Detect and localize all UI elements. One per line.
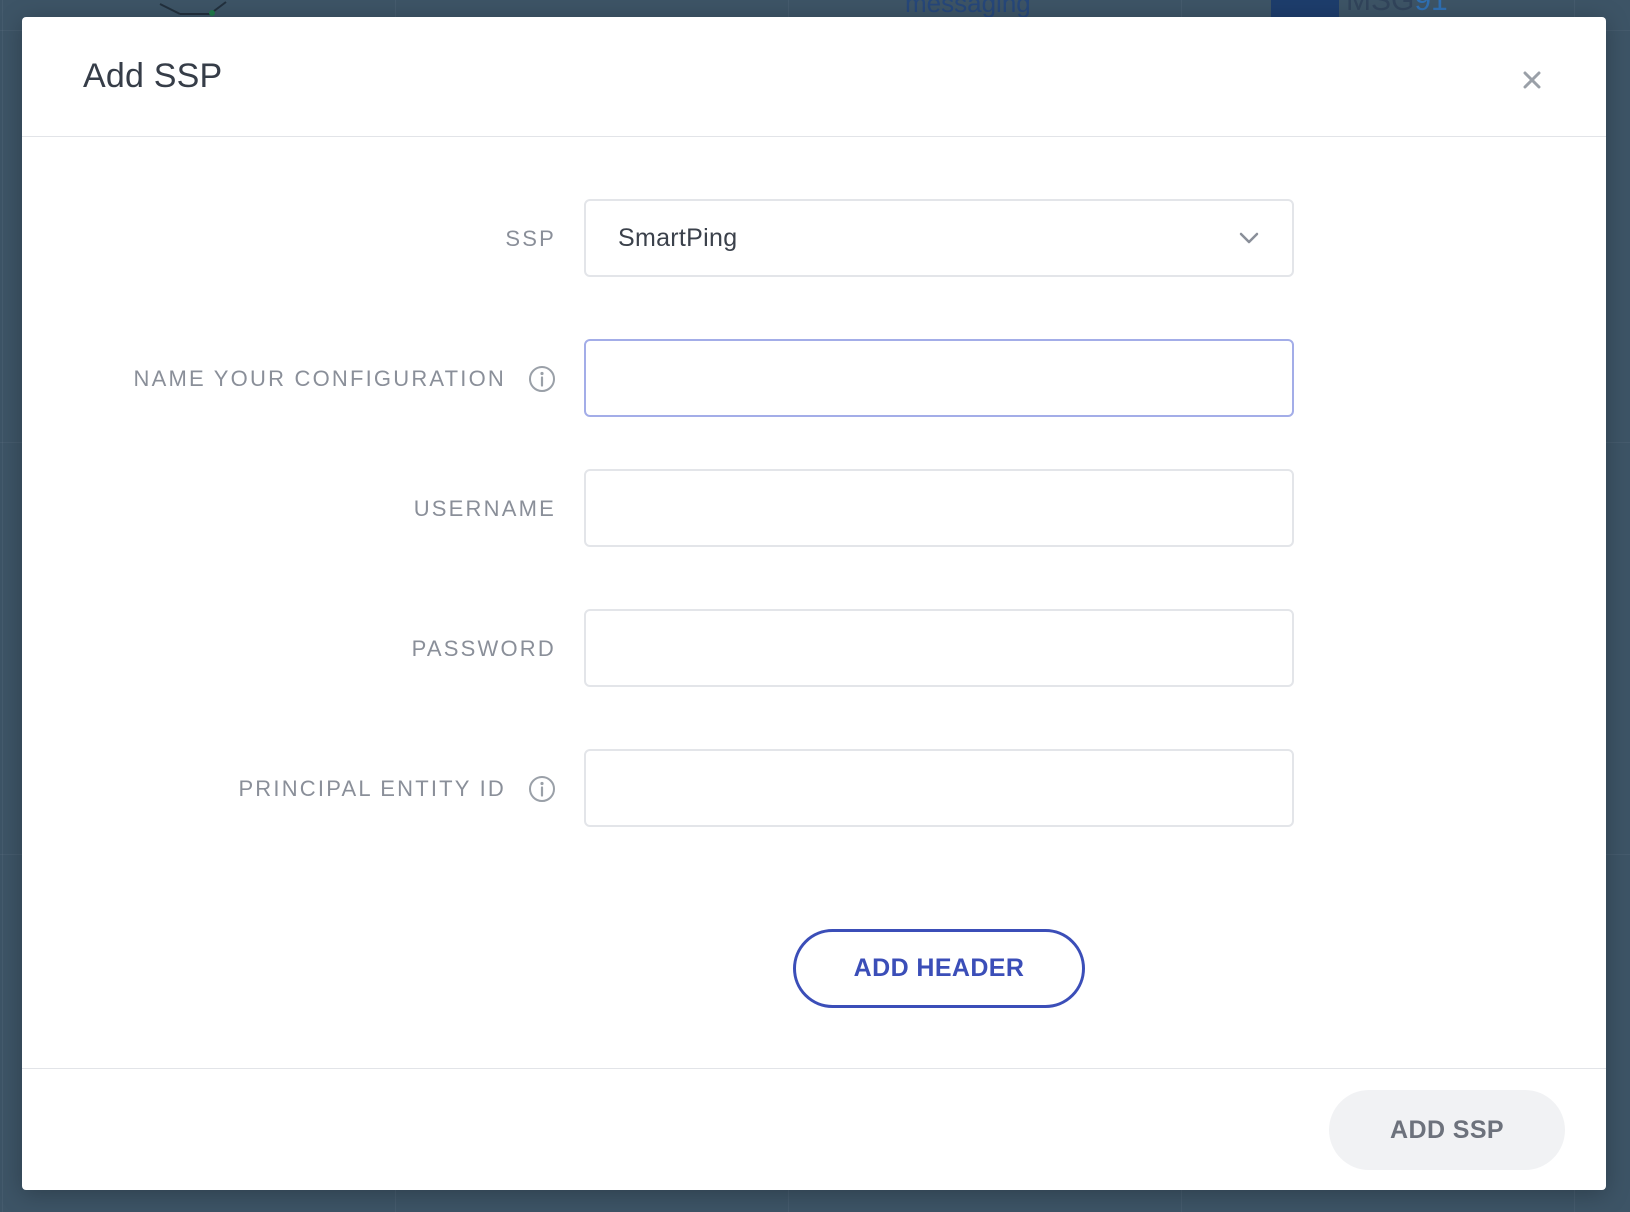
- configuration-name-row: NAME YOUR CONFIGURATION: [22, 339, 1606, 419]
- modal-footer: ADD SSP: [22, 1068, 1606, 1190]
- ssp-label-text: SSP: [505, 226, 556, 251]
- configuration-name-label: NAME YOUR CONFIGURATION: [134, 339, 556, 419]
- modal-title: Add SSP: [83, 57, 223, 95]
- ssp-selected-value: SmartPing: [618, 223, 738, 252]
- info-icon[interactable]: [528, 775, 556, 803]
- username-label-text: USERNAME: [413, 496, 556, 521]
- info-icon[interactable]: [528, 365, 556, 393]
- password-label-text: PASSWORD: [411, 636, 556, 661]
- add-header-button[interactable]: ADD HEADER: [793, 929, 1085, 1008]
- background-logo: [1271, 0, 1339, 18]
- add-ssp-modal: Add SSP SSP SmartPing NAME YOUR CONFIGUR…: [22, 17, 1606, 1190]
- close-icon: [1514, 62, 1550, 98]
- principal-entity-id-label: PRINCIPAL ENTITY ID: [238, 749, 556, 829]
- ssp-select[interactable]: SmartPing: [584, 199, 1294, 277]
- principal-entity-id-row: PRINCIPAL ENTITY ID: [22, 749, 1606, 829]
- configuration-name-label-text: NAME YOUR CONFIGURATION: [133, 366, 506, 391]
- configuration-name-input[interactable]: [584, 339, 1294, 417]
- ssp-label: SSP: [505, 199, 556, 279]
- modal-header: Add SSP: [22, 17, 1606, 137]
- username-input[interactable]: [584, 469, 1294, 547]
- principal-entity-id-input[interactable]: [584, 749, 1294, 827]
- username-label: USERNAME: [414, 469, 556, 549]
- username-row: USERNAME: [22, 469, 1606, 549]
- password-input[interactable]: [584, 609, 1294, 687]
- background-brand-suffix: 91: [1414, 0, 1448, 17]
- ssp-row: SSP SmartPing: [22, 199, 1606, 279]
- chevron-down-icon: [1238, 231, 1260, 245]
- background-brand-prefix: MSG: [1346, 0, 1415, 17]
- background-brand-text: MSG91: [1346, 0, 1448, 18]
- background-graphic: [159, 1, 227, 16]
- principal-entity-id-label-text: PRINCIPAL ENTITY ID: [238, 776, 506, 801]
- password-label: PASSWORD: [412, 609, 556, 689]
- add-ssp-button[interactable]: ADD SSP: [1329, 1090, 1565, 1170]
- password-row: PASSWORD: [22, 609, 1606, 689]
- close-button[interactable]: [1514, 62, 1550, 98]
